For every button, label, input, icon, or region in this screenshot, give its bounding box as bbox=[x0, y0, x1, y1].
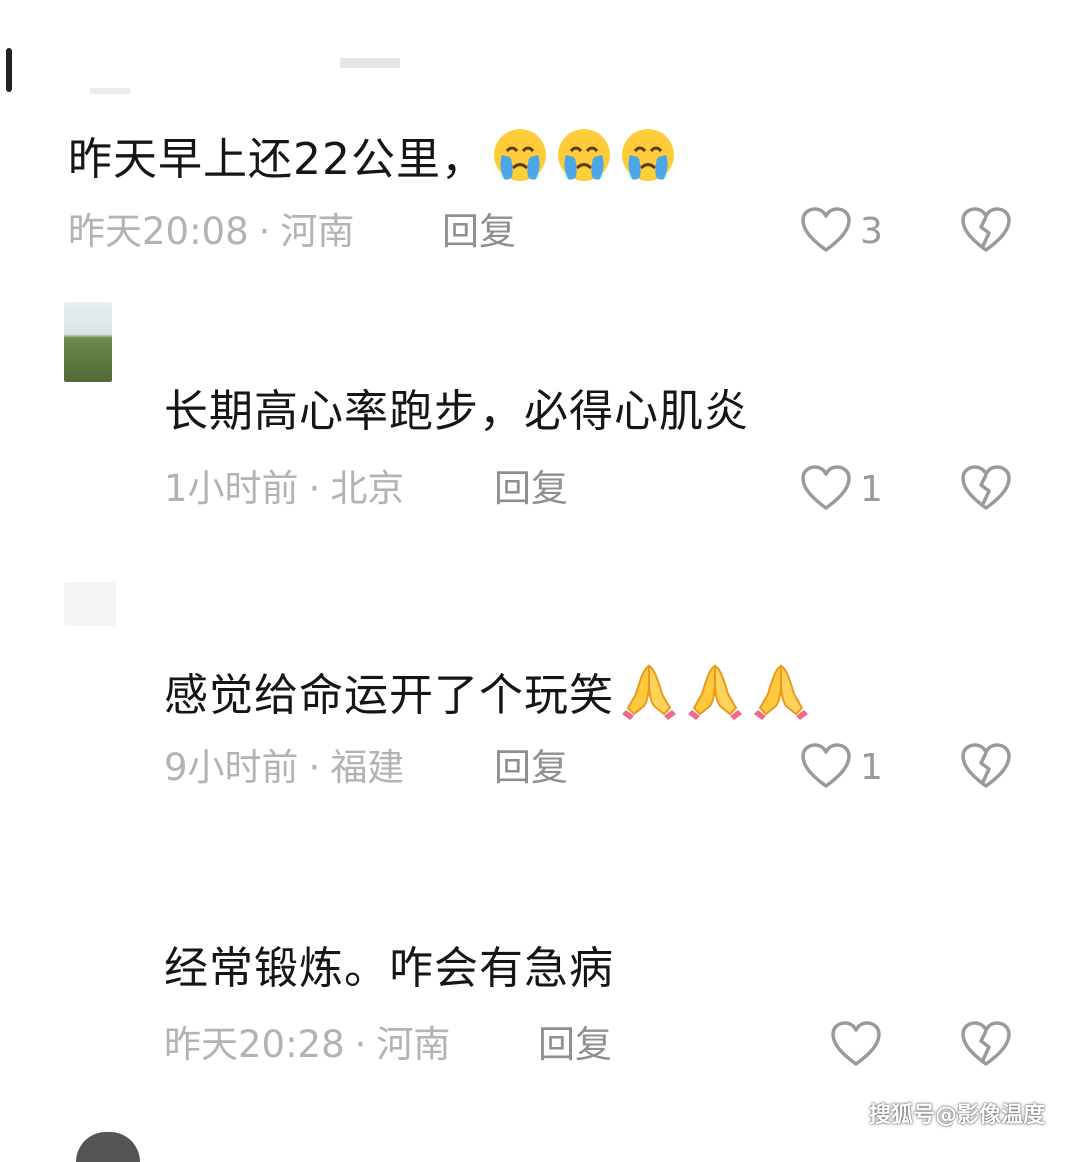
folded-hands-icon bbox=[684, 660, 746, 736]
comment-meta: 昨天20:08 · 河南 bbox=[68, 209, 354, 255]
comment-location: 福建 bbox=[330, 746, 405, 789]
folded-hands-icon bbox=[618, 660, 680, 736]
like-count: 1 bbox=[860, 747, 883, 788]
comment-text-row: 昨天早上还22公里， bbox=[68, 127, 678, 197]
avatar[interactable] bbox=[64, 302, 112, 382]
reply-button[interactable]: 回复 bbox=[494, 466, 568, 512]
dislike-button[interactable] bbox=[960, 206, 1012, 258]
folded-hands-icon bbox=[750, 660, 812, 736]
reply-button[interactable]: 回复 bbox=[494, 745, 568, 791]
comment-location: 北京 bbox=[330, 467, 405, 510]
like-count: 3 bbox=[860, 211, 883, 252]
meta-separator: · bbox=[308, 467, 321, 510]
comment-time: 昨天20:08 bbox=[68, 210, 249, 253]
broken-heart-icon bbox=[960, 207, 1012, 258]
dislike-button[interactable] bbox=[960, 464, 1012, 516]
comment-location: 河南 bbox=[280, 210, 355, 253]
crying-face-icon bbox=[490, 127, 550, 197]
comment-time: 9小时前 bbox=[164, 746, 299, 789]
comment-meta: 9小时前 · 福建 bbox=[164, 745, 404, 791]
crying-face-icon bbox=[554, 127, 614, 197]
like-button[interactable] bbox=[830, 1020, 882, 1072]
avatar[interactable] bbox=[64, 582, 116, 626]
comment-text-row: 感觉给命运开了个玩笑 bbox=[164, 660, 812, 736]
heart-icon bbox=[800, 206, 852, 258]
broken-heart-icon bbox=[960, 743, 1012, 794]
meta-separator: · bbox=[308, 746, 321, 789]
comment-meta: 1小时前 · 北京 bbox=[164, 466, 404, 512]
dislike-button[interactable] bbox=[960, 1020, 1012, 1072]
comment-text: 昨天早上还22公里， bbox=[68, 134, 486, 185]
comment-text: 长期高心率跑步，必得心肌炎 bbox=[164, 386, 749, 437]
crying-face-icon bbox=[618, 127, 678, 197]
cropped-username-fragment bbox=[340, 58, 400, 68]
broken-heart-icon bbox=[960, 1021, 1012, 1072]
reply-button[interactable]: 回复 bbox=[538, 1022, 612, 1068]
comment-time: 昨天20:28 bbox=[164, 1023, 345, 1066]
comment-time: 1小时前 bbox=[164, 467, 299, 510]
meta-separator: · bbox=[354, 1023, 367, 1066]
like-button[interactable]: 1 bbox=[800, 464, 883, 516]
avatar[interactable] bbox=[76, 1132, 140, 1162]
broken-heart-icon bbox=[960, 465, 1012, 516]
heart-icon bbox=[800, 464, 852, 516]
heart-icon bbox=[800, 742, 852, 794]
reply-button[interactable]: 回复 bbox=[442, 209, 516, 255]
like-count: 1 bbox=[860, 469, 883, 510]
heart-icon bbox=[830, 1020, 882, 1072]
like-button[interactable]: 3 bbox=[800, 206, 883, 258]
like-button[interactable]: 1 bbox=[800, 742, 883, 794]
comment-location: 河南 bbox=[376, 1023, 451, 1066]
comment-meta: 昨天20:28 · 河南 bbox=[164, 1022, 450, 1068]
dislike-button[interactable] bbox=[960, 742, 1012, 794]
comment-text: 感觉给命运开了个玩笑 bbox=[164, 670, 614, 721]
watermark: 搜狐号@影像温度 bbox=[868, 1103, 1045, 1128]
cropped-username-fragment bbox=[90, 88, 130, 94]
comment-text: 经常锻炼。咋会有急病 bbox=[164, 943, 614, 994]
cropped-edge-mark bbox=[6, 48, 12, 92]
meta-separator: · bbox=[258, 210, 271, 253]
